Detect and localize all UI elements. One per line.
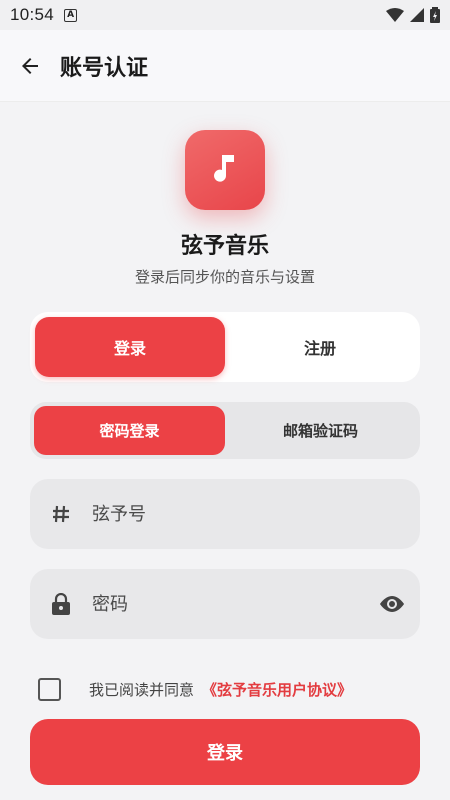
login-method-switch: 密码登录 邮箱验证码 [30,402,420,459]
tab-login[interactable]: 登录 [35,317,225,377]
status-time: 10:54 [10,5,55,24]
password-input[interactable] [92,593,364,615]
tab-password-login[interactable]: 密码登录 [34,406,225,455]
app-subtitle: 登录后同步你的音乐与设置 [134,268,315,286]
account-field [30,479,420,549]
page-title: 账号认证 [60,55,149,81]
status-icons [386,7,440,23]
toggle-password-visibility-button[interactable] [364,594,420,614]
app-logo [185,130,265,210]
eye-icon [380,596,404,612]
battery-icon [430,7,440,23]
tab-register[interactable]: 注册 [225,317,415,377]
music-note-icon [214,155,234,182]
hash-icon [30,504,92,524]
login-submit-button[interactable]: 登录 [30,719,420,785]
agreement-text: 我已阅读并同意 [89,681,195,699]
agreement-row: 我已阅读并同意 《弦予音乐用户协议》 [38,678,352,701]
tab-email-code-login[interactable]: 邮箱验证码 [225,406,416,455]
signal-icon [410,8,424,22]
password-field [30,569,420,639]
account-input[interactable] [92,503,420,525]
arrow-left-icon [22,57,38,74]
notification-badge-icon: A [64,8,78,22]
app-name: 弦予音乐 [180,234,269,259]
mode-switch: 登录 注册 [30,312,420,382]
app-bar: 账号认证 [0,30,450,102]
wifi-icon [386,8,404,22]
status-bar: 10:54 A [0,0,450,30]
lock-icon [30,593,92,615]
back-button[interactable] [0,30,60,102]
user-agreement-link[interactable]: 《弦予音乐用户协议》 [202,679,352,700]
agreement-checkbox[interactable] [38,678,61,701]
